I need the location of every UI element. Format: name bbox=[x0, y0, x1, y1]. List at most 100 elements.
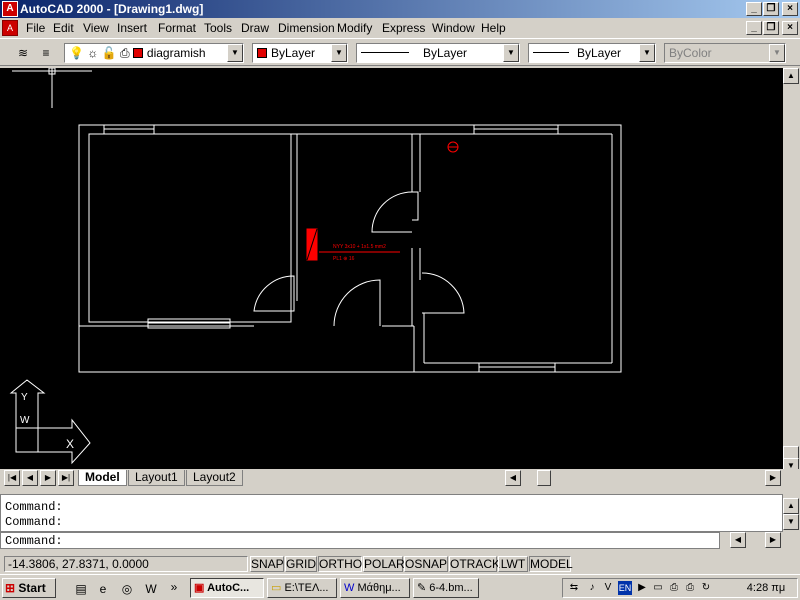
media-icon[interactable]: ◎ bbox=[118, 580, 136, 598]
start-button[interactable]: ⊞ Start bbox=[2, 578, 56, 598]
tab-last-icon[interactable]: ▶| bbox=[58, 470, 74, 486]
menu-express[interactable]: Express bbox=[382, 21, 425, 35]
autocad-icon[interactable]: A bbox=[2, 1, 18, 17]
properties-toolbar: ≋ ≡ 💡 ☼ 🔓 ⎙ diagramish ▼ ByLayer ▼ ByLay… bbox=[0, 38, 800, 66]
color-swatch bbox=[257, 48, 267, 58]
lightbulb-icon: 💡 bbox=[69, 46, 84, 60]
antivirus-icon[interactable]: V bbox=[601, 581, 615, 595]
coordinate-display[interactable]: -14.3806, 27.8371, 0.0000 bbox=[4, 556, 248, 572]
ortho-toggle[interactable]: ORTHO bbox=[318, 556, 362, 572]
cmd-scroll-up-icon[interactable]: ▲ bbox=[783, 498, 799, 514]
vertical-scrollbar[interactable]: ▲ ▼ bbox=[783, 68, 800, 472]
model-toggle[interactable]: MODEL bbox=[529, 556, 573, 572]
plotstyle-dropdown[interactable]: ByColor ▼ bbox=[664, 43, 786, 63]
command-input[interactable]: Command: bbox=[0, 532, 720, 549]
cmd-scroll-left-icon[interactable]: ◀ bbox=[730, 532, 746, 548]
menu-dimension[interactable]: Dimension bbox=[278, 21, 335, 35]
task-word[interactable]: W Μάθημ... bbox=[340, 578, 410, 598]
hscroll-thumb[interactable] bbox=[537, 470, 551, 486]
menu-view[interactable]: View bbox=[83, 21, 109, 35]
menu-file[interactable]: File bbox=[26, 21, 45, 35]
snap-toggle[interactable]: SNAP bbox=[250, 556, 284, 572]
menu-draw[interactable]: Draw bbox=[241, 21, 269, 35]
menu-tools[interactable]: Tools bbox=[204, 21, 232, 35]
cable-annotation: NYY 3x10 + 1x1.5 mm2 bbox=[333, 244, 386, 250]
layer-dropdown[interactable]: 💡 ☼ 🔓 ⎙ diagramish ▼ bbox=[64, 43, 244, 63]
menu-edit[interactable]: Edit bbox=[53, 21, 74, 35]
document-icon[interactable]: A bbox=[2, 20, 18, 36]
chevron-down-icon[interactable]: ▼ bbox=[639, 44, 655, 62]
cmd-scroll-right-icon[interactable]: ▶ bbox=[765, 532, 781, 548]
doc-minimize-button[interactable]: _ bbox=[746, 21, 762, 35]
linetype-dropdown[interactable]: ByLayer ▼ bbox=[356, 43, 520, 63]
volume-icon[interactable]: ♪ bbox=[585, 581, 599, 595]
lineweight-dropdown[interactable]: ByLayer ▼ bbox=[528, 43, 656, 63]
chevron-down-icon[interactable]: ▼ bbox=[331, 44, 347, 62]
polar-toggle[interactable]: POLAR bbox=[363, 556, 405, 572]
task-paint[interactable]: ✎ 6-4.bm... bbox=[413, 578, 479, 598]
ucs-w-label: W bbox=[20, 415, 30, 426]
media-player-icon[interactable]: ▶ bbox=[635, 581, 649, 595]
title-bar: A AutoCAD 2000 - [Drawing1.dwg] _ ❐ × bbox=[0, 0, 800, 18]
close-button[interactable]: × bbox=[782, 2, 798, 16]
doc-restore-button[interactable]: ❐ bbox=[763, 21, 779, 35]
chevron-down-icon[interactable]: ▼ bbox=[769, 44, 785, 62]
chevron-down-icon[interactable]: ▼ bbox=[227, 44, 243, 62]
chevron-down-icon[interactable]: ▼ bbox=[503, 44, 519, 62]
clock[interactable]: 4:28 πμ bbox=[738, 581, 794, 595]
layers-icon[interactable]: ≋ bbox=[14, 44, 32, 62]
ucs-y-label: Y bbox=[21, 392, 28, 403]
monitor-icon[interactable]: ▭ bbox=[651, 581, 665, 595]
word-icon: W bbox=[344, 582, 355, 594]
otrack-toggle[interactable]: OTRACK bbox=[449, 556, 500, 572]
menu-modify[interactable]: Modify bbox=[337, 21, 372, 35]
menu-format[interactable]: Format bbox=[158, 21, 196, 35]
menu-insert[interactable]: Insert bbox=[117, 21, 147, 35]
scroll-left-icon[interactable]: ◀ bbox=[505, 470, 521, 486]
scroll-right-icon[interactable]: ▶ bbox=[765, 470, 781, 486]
printer-icon[interactable]: ⎙ bbox=[667, 581, 681, 595]
task-label: Μάθημ... bbox=[357, 582, 401, 594]
update-icon[interactable]: ↻ bbox=[699, 581, 713, 595]
task-label: AutoC... bbox=[207, 582, 250, 594]
desktop-icon[interactable]: ▤ bbox=[72, 580, 90, 598]
ie-icon[interactable]: e bbox=[94, 580, 112, 598]
tab-next-icon[interactable]: ▶ bbox=[40, 470, 56, 486]
command-history-line: Command: bbox=[5, 515, 63, 529]
grid-toggle[interactable]: GRID bbox=[285, 556, 317, 572]
tab-first-icon[interactable]: |◀ bbox=[4, 470, 20, 486]
chevron-right-icon[interactable]: » bbox=[165, 578, 183, 596]
language-indicator[interactable]: EN bbox=[618, 581, 632, 595]
printer-error-icon[interactable]: ⎙ bbox=[683, 581, 697, 595]
color-value: ByLayer bbox=[271, 46, 316, 60]
linetype-value: ByLayer bbox=[423, 46, 468, 60]
task-autocad[interactable]: ▣ AutoC... bbox=[190, 578, 264, 598]
command-prompt: Command: bbox=[5, 534, 63, 548]
sun-icon: ☼ bbox=[87, 46, 99, 60]
start-label: Start bbox=[18, 581, 46, 595]
drawing-canvas[interactable]: NYY 3x10 + 1x1.5 mm2 PL1 ⊕ 16 Y W X bbox=[0, 68, 783, 469]
tab-layout2[interactable]: Layout2 bbox=[186, 470, 243, 486]
layer-previous-icon[interactable]: ≡ bbox=[37, 44, 55, 62]
minimize-button[interactable]: _ bbox=[746, 2, 762, 16]
scroll-up-icon[interactable]: ▲ bbox=[783, 68, 799, 84]
osnap-toggle[interactable]: OSNAP bbox=[404, 556, 448, 572]
doc-close-button[interactable]: × bbox=[782, 21, 798, 35]
menu-help[interactable]: Help bbox=[481, 21, 506, 35]
lwt-toggle[interactable]: LWT bbox=[498, 556, 528, 572]
word-icon[interactable]: W bbox=[142, 580, 160, 598]
color-dropdown[interactable]: ByLayer ▼ bbox=[252, 43, 348, 63]
menu-window[interactable]: Window bbox=[432, 21, 475, 35]
lock-icon: 🔓 bbox=[101, 46, 117, 60]
task-label: E:\ΤΕΛ... bbox=[284, 582, 329, 594]
restore-button[interactable]: ❐ bbox=[763, 2, 779, 16]
task-explorer[interactable]: ▭ E:\ΤΕΛ... bbox=[267, 578, 337, 598]
tab-model[interactable]: Model bbox=[78, 470, 127, 486]
tab-layout1[interactable]: Layout1 bbox=[128, 470, 185, 486]
electrical-annotations bbox=[306, 141, 459, 261]
network-icon[interactable]: ⇆ bbox=[567, 581, 581, 595]
cmd-scroll-down-icon[interactable]: ▼ bbox=[783, 514, 799, 530]
tab-prev-icon[interactable]: ◀ bbox=[22, 470, 38, 486]
folder-icon: ▭ bbox=[271, 582, 282, 594]
layer-name: diagramish bbox=[146, 46, 206, 60]
